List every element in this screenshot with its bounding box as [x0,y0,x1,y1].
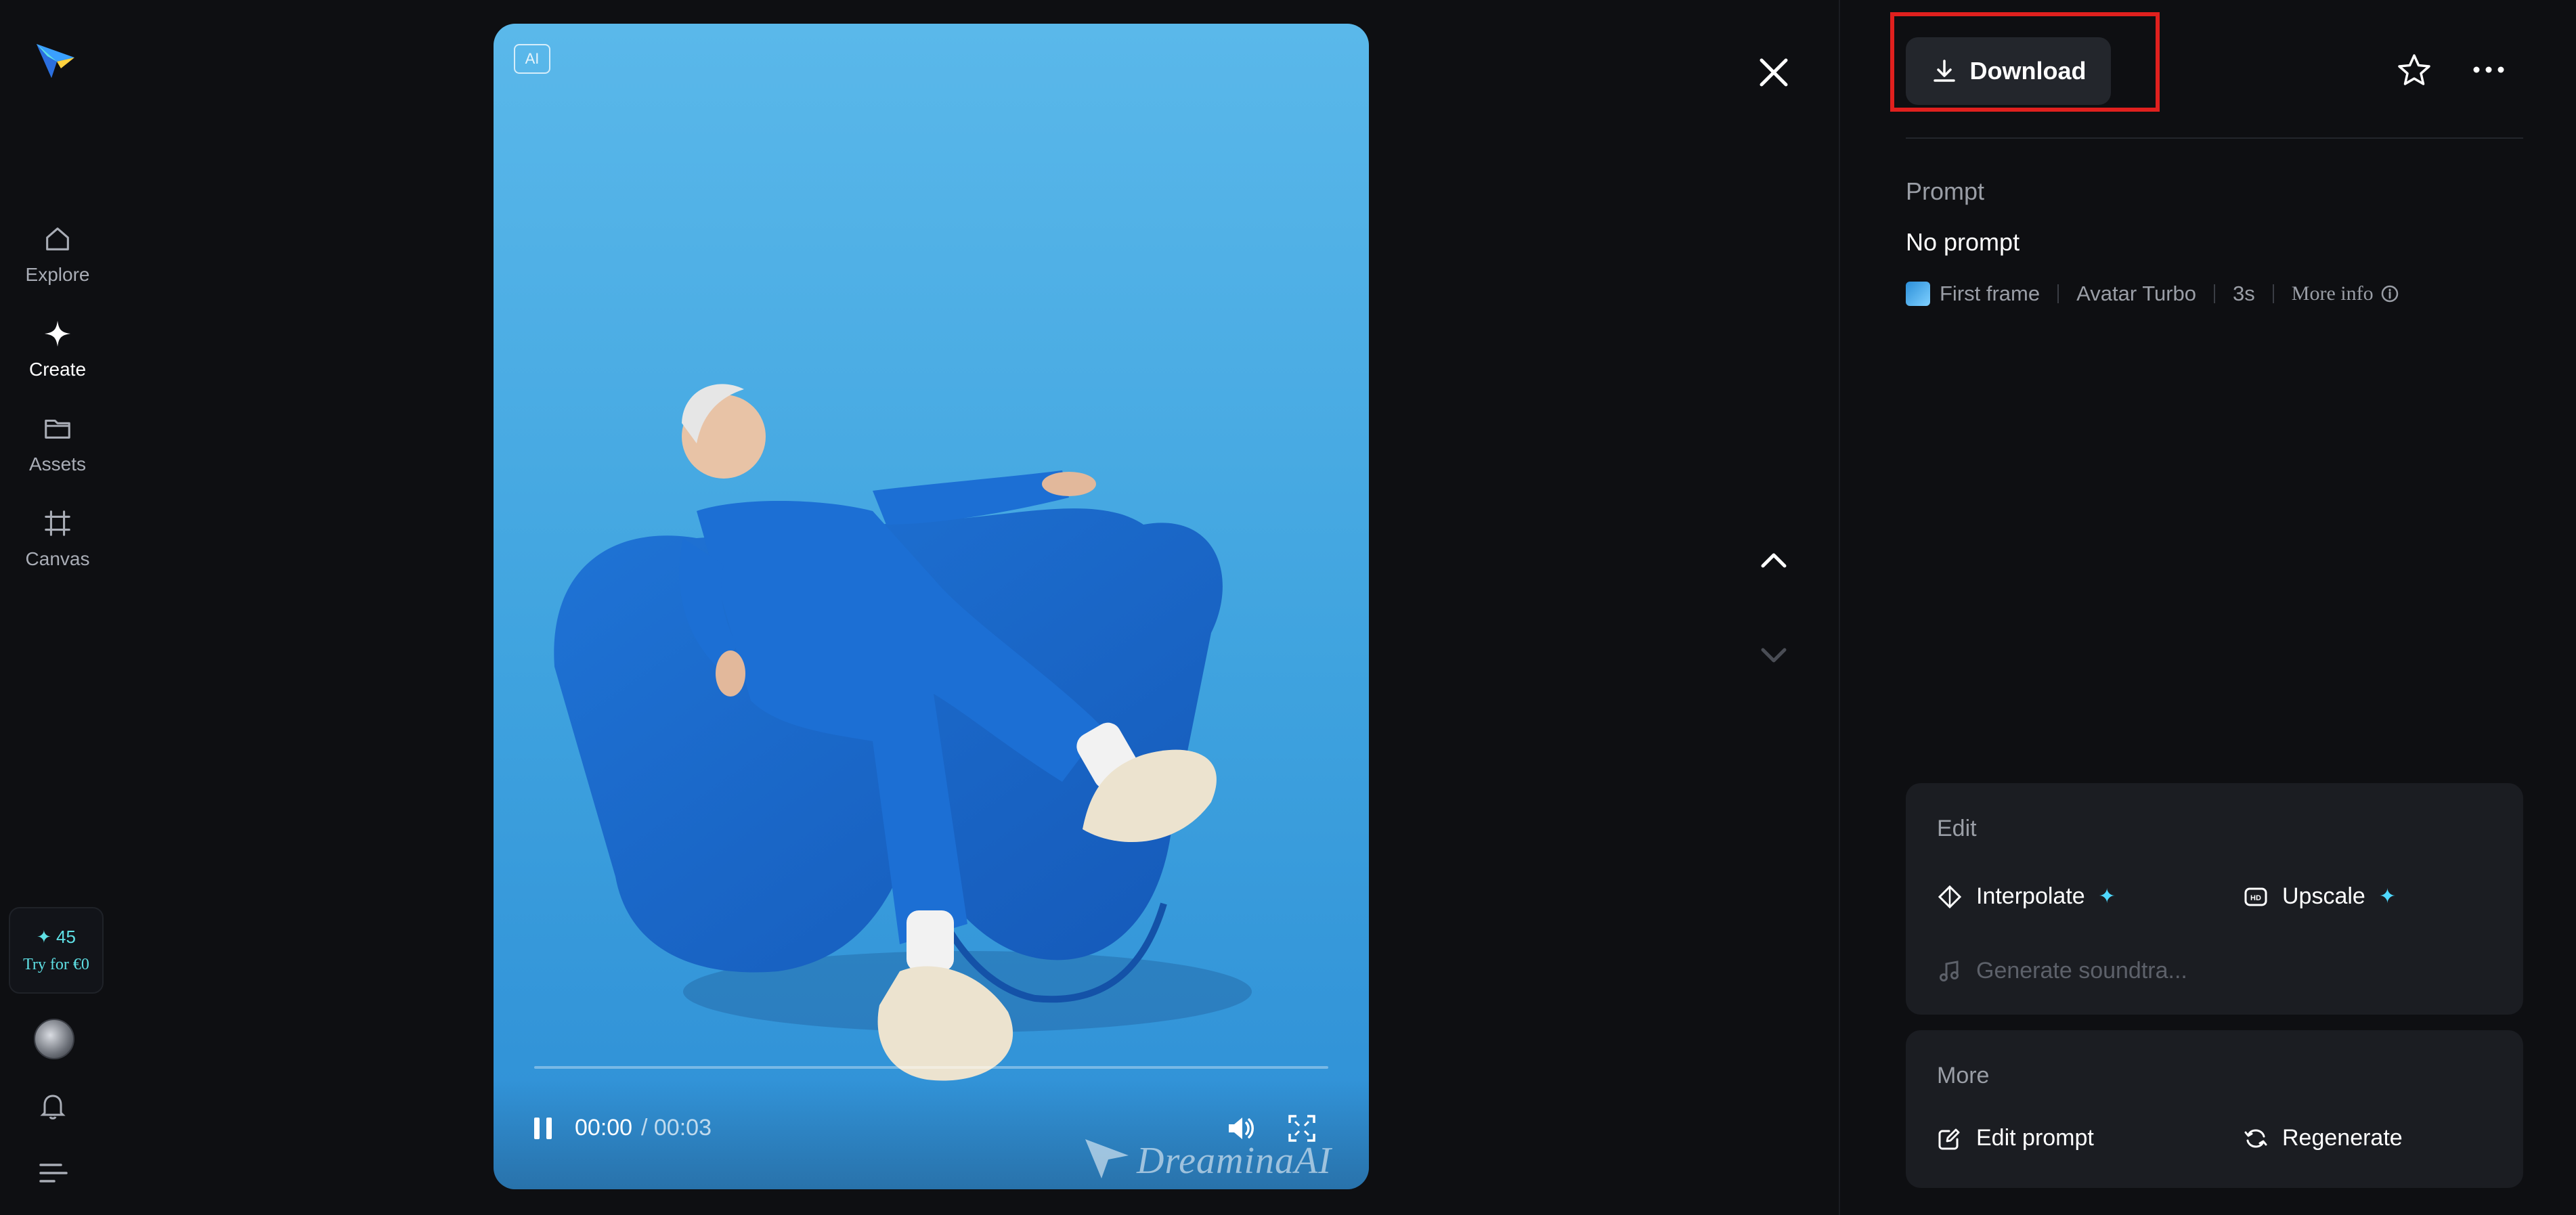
meta-separator [2214,284,2216,303]
sidebar-item-canvas[interactable]: Canvas [0,508,115,589]
generate-soundtrack-label: Generate soundtra... [1976,958,2187,984]
duration-label: 3s [2233,282,2255,305]
video-total-time: / 00:03 [641,1115,712,1141]
avatar[interactable] [34,1019,74,1059]
info-icon [2381,285,2398,303]
dreamina-watermark: DreaminaAI [1137,1140,1332,1182]
sidebar-item-label: Explore [25,264,90,285]
edit-heading: Edit [1937,816,1977,841]
credits-count: ✦ 45 [37,927,76,947]
edit-card: Edit Interpolate ✦ HD Upscale ✦ Generate… [1906,783,2523,1015]
edit-prompt-label: Edit prompt [1976,1125,2094,1151]
hd-icon: HD [2244,887,2267,906]
generation-meta: First frame Avatar Turbo 3s More info [1906,280,2399,307]
premium-sparkle-icon: ✦ [2098,885,2116,908]
interpolate-label: Interpolate [1976,883,2085,909]
video-player[interactable]: AI 00:00 / 00:03 DreaminaAI [494,24,1369,1189]
canvas-frame-icon [45,510,70,536]
close-icon[interactable] [1752,51,1795,94]
credits-box[interactable]: ✦ 45 Try for €0 [9,907,104,994]
meta-separator [2057,284,2059,303]
menu-icon[interactable] [39,1161,68,1185]
first-frame-label: First frame [1940,282,2040,305]
meta-separator [2272,284,2274,303]
generate-soundtrack-button[interactable]: Generate soundtra... [1937,958,2187,984]
sidebar-item-assets[interactable]: Assets [0,413,115,494]
more-info-label: More info [2291,282,2374,305]
more-options-icon[interactable] [2470,53,2508,87]
regenerate-icon [2244,1128,2267,1148]
sidebar-item-create[interactable]: Create [0,318,115,399]
more-card: More Edit prompt Regenerate [1906,1030,2523,1188]
dreamina-watermark-icon [1085,1139,1129,1178]
interpolate-icon [1938,885,1962,908]
edit-prompt-button[interactable]: Edit prompt [1937,1125,2094,1151]
sparkle-icon [44,320,71,347]
dreamina-logo-icon[interactable] [34,37,77,81]
music-note-icon [1940,960,1959,981]
chevron-up-icon[interactable] [1755,542,1793,579]
header-divider [1906,137,2523,139]
star-icon[interactable] [2395,51,2433,89]
model-label: Avatar Turbo [2076,282,2197,305]
premium-sparkle-icon: ✦ [2378,885,2396,908]
sidebar: Explore Create Assets Canvas ✦ 45 Try fo… [0,0,115,1215]
sidebar-item-label: Assets [28,454,87,474]
sidebar-item-label: Create [28,359,87,380]
try-free-link[interactable]: Try for €0 [23,956,89,974]
sidebar-item-explore[interactable]: Explore [0,223,115,305]
prompt-text: No prompt [1906,228,2020,256]
upscale-button[interactable]: HD Upscale ✦ [2243,883,2396,910]
chevron-down-icon[interactable] [1755,636,1793,674]
volume-icon[interactable] [1225,1112,1257,1145]
more-heading: More [1937,1063,1990,1088]
first-frame-thumbnail[interactable] [1906,282,1930,306]
svg-text:HD: HD [2250,894,2261,902]
ai-generated-badge: AI [514,44,550,74]
fullscreen-icon[interactable] [1286,1112,1318,1145]
folder-icon [45,419,70,439]
upscale-label: Upscale [2282,883,2365,909]
sidebar-item-label: Canvas [25,548,90,569]
more-info-link[interactable]: More info [2292,282,2399,305]
bell-icon[interactable] [37,1090,69,1122]
video-current-time: 00:00 [575,1115,633,1141]
panel-divider [1839,0,1840,1215]
prompt-heading: Prompt [1906,177,1985,205]
video-progress-bar[interactable] [534,1066,1328,1069]
regenerate-button[interactable]: Regenerate [2243,1125,2403,1151]
edit-prompt-icon [1938,1128,1960,1149]
video-frame-illustration [554,384,1252,1081]
home-icon [46,227,69,250]
interpolate-button[interactable]: Interpolate ✦ [1937,883,2116,910]
regenerate-label: Regenerate [2282,1125,2403,1151]
pause-icon[interactable] [529,1113,559,1143]
highlight-box [1890,12,2160,112]
